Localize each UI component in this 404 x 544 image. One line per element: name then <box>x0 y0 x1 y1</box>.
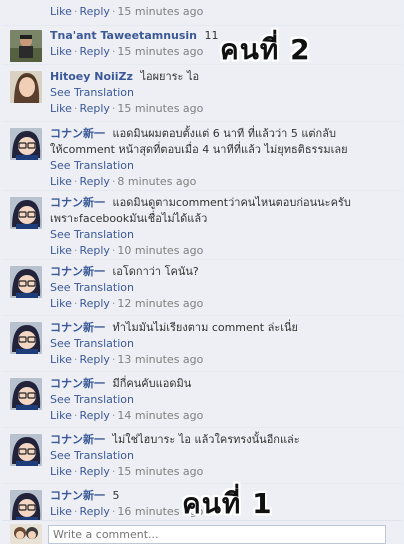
comment-thread: Like · Reply · 15 minutes ago Tna'ant Taweet… <box>2 0 402 523</box>
comment-author[interactable]: コナン新一 <box>50 433 105 446</box>
timestamp[interactable]: 13 minutes ago <box>117 353 203 366</box>
comment-meta: Like · Reply · 8 minutes ago <box>50 175 197 188</box>
reply-link[interactable]: Reply <box>79 465 109 478</box>
comment-meta: Like · Reply · 14 minutes ago <box>50 409 204 422</box>
like-link[interactable]: Like <box>50 353 72 366</box>
timestamp[interactable]: 8 minutes ago <box>117 175 196 188</box>
comment-item: Like · Reply · 15 minutes ago <box>2 0 402 25</box>
comment-author[interactable]: Hitoey NoiiZz <box>50 70 133 83</box>
comment-text: ไอผยาระ ไอ <box>140 70 200 83</box>
comment-author[interactable]: コナン新一 <box>50 321 105 334</box>
annotation-person-2: คนที่ 2 <box>220 33 311 66</box>
person-photo-icon <box>10 30 42 62</box>
avatar <box>10 524 42 544</box>
comment-meta: Like · Reply · 10 minutes ago <box>50 244 204 257</box>
comment-item: コナン新一 ไม่ใช่ไฮบาระ ไอ แล้วใครทรงนั้นอีกแ… <box>2 427 402 483</box>
comment-composer <box>2 520 402 544</box>
avatar[interactable] <box>10 30 42 62</box>
like-link[interactable]: Like <box>50 409 72 422</box>
reply-link[interactable]: Reply <box>79 175 109 188</box>
comment-meta: Like · Reply · 15 minutes ago <box>50 5 204 18</box>
comment-meta: Like · Reply · 12 minutes ago <box>50 297 204 310</box>
anime-avatar-icon <box>10 128 42 160</box>
comment-text: ทำไมมันไม่เรียงตาม comment ล่ะเนี่ย <box>112 321 298 334</box>
comment-input[interactable] <box>48 525 386 544</box>
anime-avatar-icon <box>10 266 42 298</box>
comment-item: コナン新一 แอดมินดูตามcommentว่าคนไหนตอบก่อนน… <box>2 190 402 259</box>
see-translation-link[interactable]: See Translation <box>50 448 396 464</box>
timestamp[interactable]: 15 minutes ago <box>117 45 203 58</box>
timestamp[interactable]: 14 minutes ago <box>117 409 203 422</box>
see-translation-link[interactable]: See Translation <box>50 280 396 296</box>
like-link[interactable]: Like <box>50 45 72 58</box>
anime-avatar-icon <box>10 490 42 522</box>
reply-link[interactable]: Reply <box>79 244 109 257</box>
comment-author[interactable]: Tna'ant Taweetamnusin <box>50 29 197 42</box>
reply-link[interactable]: Reply <box>79 353 109 366</box>
anime-avatar-icon <box>10 322 42 354</box>
comment-item: コナン新一 มีกี่คนคับแอดมิน See Translation L… <box>2 371 402 427</box>
comment-author[interactable]: コナン新一 <box>50 127 105 140</box>
reply-link[interactable]: Reply <box>79 5 109 18</box>
reply-link[interactable]: Reply <box>79 297 109 310</box>
anime-avatar-icon <box>10 197 42 229</box>
avatar[interactable] <box>10 378 42 410</box>
comment-text: 11 <box>204 29 219 42</box>
comment-item: Hitoey NoiiZz ไอผยาระ ไอ See Translation… <box>2 64 402 121</box>
avatar[interactable] <box>10 197 42 229</box>
comment-item: Tna'ant Taweetamnusin 11 Like · Reply · 15 m… <box>2 25 402 64</box>
avatar[interactable] <box>10 71 42 103</box>
comment-author[interactable]: コナン新一 <box>50 265 105 278</box>
like-link[interactable]: Like <box>50 102 72 115</box>
reply-link[interactable]: Reply <box>79 45 109 58</box>
like-link[interactable]: Like <box>50 244 72 257</box>
reply-link[interactable]: Reply <box>79 505 109 518</box>
comment-author[interactable]: コナン新一 <box>50 196 105 209</box>
comment-text: ไม่ใช่ไฮบาระ ไอ แล้วใครทรงนั้นอีกแล่ะ <box>112 433 300 446</box>
timestamp[interactable]: 12 minutes ago <box>117 297 203 310</box>
reply-link[interactable]: Reply <box>79 102 109 115</box>
see-translation-link[interactable]: See Translation <box>50 227 396 243</box>
timestamp[interactable]: 15 minutes ago <box>117 102 203 115</box>
anime-avatar-icon <box>10 378 42 410</box>
comment-item: コナン新一 ทำไมมันไม่เรียงตาม comment ล่ะเนี่… <box>2 315 402 371</box>
avatar[interactable] <box>10 490 42 522</box>
girl-photo-icon <box>10 71 42 103</box>
timestamp[interactable]: 15 minutes ago <box>117 465 203 478</box>
comment-author[interactable]: コナン新一 <box>50 489 105 502</box>
see-translation-link[interactable]: See Translation <box>50 158 396 174</box>
like-link[interactable]: Like <box>50 465 72 478</box>
avatar[interactable] <box>10 128 42 160</box>
comment-text: มีกี่คนคับแอดมิน <box>112 377 192 390</box>
like-link[interactable]: Like <box>50 505 72 518</box>
comment-author[interactable]: コナン新一 <box>50 377 105 390</box>
comment-meta: Like · Reply · 15 minutes ago <box>50 465 204 478</box>
see-translation-link[interactable]: See Translation <box>50 392 396 408</box>
avatar[interactable] <box>10 434 42 466</box>
comment-text: เอโดกาว่า โคนัน? <box>112 265 199 278</box>
like-link[interactable]: Like <box>50 5 72 18</box>
see-translation-link[interactable]: See Translation <box>50 85 396 101</box>
comment-text: 5 <box>112 489 120 502</box>
comment-item: コナン新一 เอโดกาว่า โคนัน? See Translation L… <box>2 259 402 315</box>
avatar[interactable] <box>10 322 42 354</box>
timestamp[interactable]: 10 minutes ago <box>117 244 203 257</box>
like-link[interactable]: Like <box>50 297 72 310</box>
comment-meta: Like · Reply · 13 minutes ago <box>50 353 204 366</box>
comment-item: コナン新一 แอดมินผมตอบตั้งแต่ 6 นาที ที่แล้วว… <box>2 121 402 190</box>
comment-meta: Like · Reply · 15 minutes ago <box>50 102 204 115</box>
reply-link[interactable]: Reply <box>79 409 109 422</box>
like-link[interactable]: Like <box>50 175 72 188</box>
timestamp[interactable]: 15 minutes ago <box>117 5 203 18</box>
anime-avatar-icon <box>10 434 42 466</box>
see-translation-link[interactable]: See Translation <box>50 336 396 352</box>
avatar[interactable] <box>10 266 42 298</box>
user-avatar-icon <box>10 524 42 544</box>
